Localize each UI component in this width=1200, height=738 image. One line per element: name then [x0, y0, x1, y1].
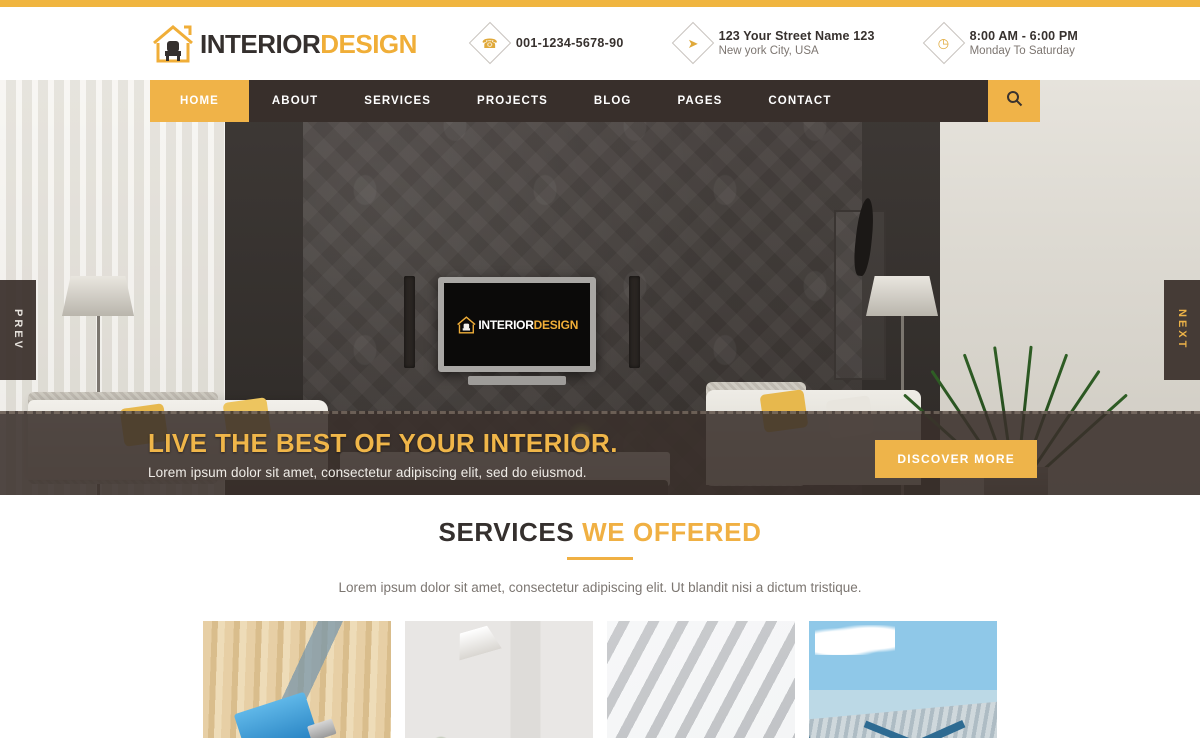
paint-brush-wood-image: [203, 621, 391, 738]
phone-icon: ☎: [468, 22, 512, 65]
hero-title: LIVE THE BEST OF YOUR INTERIOR.: [148, 428, 618, 459]
contact-item-address: ➤ 123 Your Street Name 123 New york City…: [671, 22, 875, 65]
discover-more-button[interactable]: DISCOVER MORE: [875, 440, 1037, 478]
contact-item-hours: ◷ 8:00 AM - 6:00 PM Monday To Saturday: [922, 22, 1078, 65]
nav-item-pages[interactable]: PAGES: [654, 80, 745, 122]
white-hallway-image: [607, 621, 795, 738]
service-card-3[interactable]: [607, 621, 795, 738]
location-arrow-icon: ➤: [671, 22, 714, 65]
hero-caption-text: LIVE THE BEST OF YOUR INTERIOR. Lorem ip…: [148, 429, 618, 480]
search-icon: [1006, 90, 1023, 112]
service-card-4[interactable]: [809, 621, 997, 738]
contact-item-phone: ☎ 001-1234-5678-90: [468, 22, 624, 65]
contact-address-line2: New york City, USA: [718, 45, 819, 58]
slider-next-label: NEXT: [1176, 309, 1188, 351]
slider-next-button[interactable]: NEXT: [1164, 280, 1200, 380]
contact-phone-number: 001-1234-5678-90: [515, 36, 624, 51]
service-card-2[interactable]: [405, 621, 593, 738]
nav-item-projects[interactable]: PROJECTS: [454, 80, 571, 122]
house-chair-icon: [150, 21, 196, 67]
services-heading-accent: WE OFFERED: [582, 517, 762, 547]
slider-prev-label: PREV: [12, 309, 24, 351]
tv-screen-logo: INTERIORDESIGN: [456, 314, 578, 335]
services-heading-underline: [567, 557, 633, 560]
logo-wordmark: INTERIORDESIGN: [200, 31, 417, 57]
nav-item-home[interactable]: HOME: [150, 80, 249, 122]
slider-prev-button[interactable]: PREV: [0, 280, 36, 380]
contact-hours-days: Monday To Saturday: [969, 45, 1075, 58]
header-contact-group: ☎ 001-1234-5678-90 ➤ 123 Your Street Nam…: [468, 22, 1078, 65]
nav-item-contact[interactable]: CONTACT: [745, 80, 854, 122]
nav-item-services[interactable]: SERVICES: [341, 80, 454, 122]
top-accent-stripe: [0, 0, 1200, 7]
search-button[interactable]: [988, 80, 1040, 122]
contact-address-line1: 123 Your Street Name 123: [718, 28, 875, 43]
services-card-grid: [0, 621, 1200, 738]
hero-slider: INTERIORDESIGN PREV NEXT LIVE THE BEST O…: [0, 80, 1200, 495]
service-card-1[interactable]: [203, 621, 391, 738]
logo-word-interior: INTERIOR: [200, 28, 321, 59]
logo-word-design: DESIGN: [320, 28, 417, 59]
glass-building-sky-image: [809, 621, 997, 738]
contact-hours-time: 8:00 AM - 6:00 PM: [969, 28, 1078, 43]
hero-caption-band: LIVE THE BEST OF YOUR INTERIOR. Lorem ip…: [0, 411, 1200, 495]
hero-subtitle: Lorem ipsum dolor sit amet, consectetur …: [148, 464, 587, 480]
services-section: SERVICES WE OFFERED Lorem ipsum dolor si…: [0, 495, 1200, 738]
services-heading-dark: SERVICES: [438, 517, 575, 547]
nav-item-blog[interactable]: BLOG: [571, 80, 655, 122]
site-logo[interactable]: INTERIORDESIGN: [150, 21, 417, 67]
desk-lamp-plant-image: [405, 621, 593, 738]
speaker-left: [404, 276, 415, 368]
tv-logo-word-interior: INTERIOR: [478, 317, 534, 332]
services-heading: SERVICES WE OFFERED: [0, 517, 1200, 548]
main-navigation: HOME ABOUT SERVICES PROJECTS BLOG PAGES …: [150, 80, 1040, 122]
wall-television: INTERIORDESIGN: [438, 277, 596, 372]
tv-logo-word-design: DESIGN: [533, 317, 579, 332]
nav-item-about[interactable]: ABOUT: [249, 80, 341, 122]
site-header: INTERIORDESIGN ☎ 001-1234-5678-90 ➤ 123 …: [0, 7, 1200, 80]
tv-console: [468, 376, 566, 385]
services-subtitle: Lorem ipsum dolor sit amet, consectetur …: [338, 580, 862, 595]
clock-icon: ◷: [922, 22, 965, 65]
speaker-right: [629, 276, 640, 368]
